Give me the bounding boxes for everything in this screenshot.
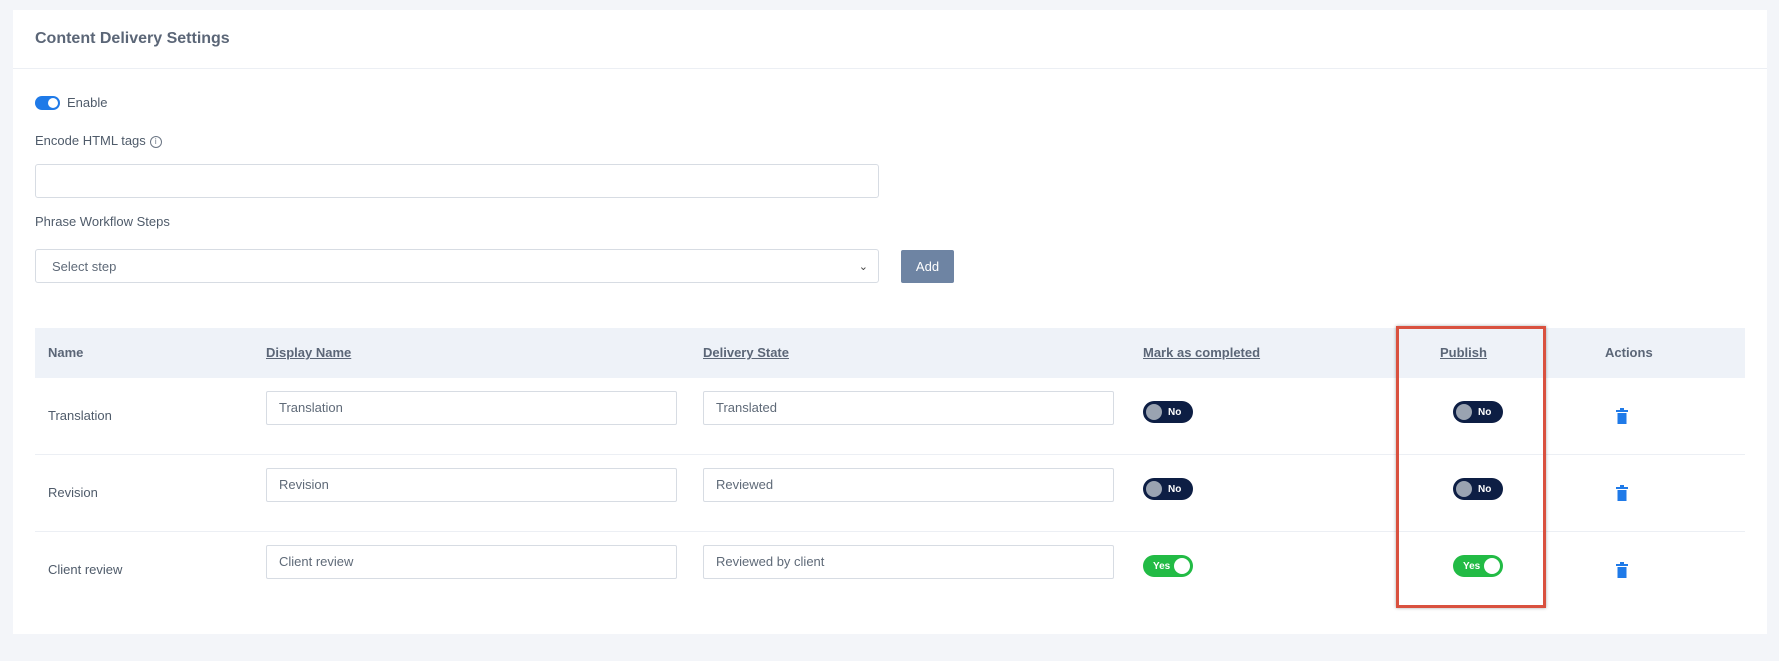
row-name: Client review <box>48 562 123 577</box>
row-name: Revision <box>48 485 98 500</box>
display-name-input[interactable]: Translation <box>266 391 677 425</box>
mark-completed-toggle[interactable]: Yes <box>1143 555 1193 577</box>
header-display-name[interactable]: Display Name <box>266 328 351 378</box>
encode-html-input[interactable] <box>35 164 879 198</box>
select-placeholder: Select step <box>52 258 117 274</box>
row-name: Translation <box>48 408 112 423</box>
header-actions: Actions <box>1605 345 1653 360</box>
header-delivery-state[interactable]: Delivery State <box>703 328 789 378</box>
card-title: Content Delivery Settings <box>35 30 230 47</box>
toggle-label: No <box>1168 483 1182 495</box>
add-step-button[interactable]: Add <box>901 250 954 283</box>
toggle-knob <box>1146 481 1162 497</box>
toggle-knob <box>1174 558 1190 574</box>
info-icon[interactable]: i <box>149 136 162 148</box>
toggle-label: Yes <box>1153 560 1171 572</box>
delivery-state-input[interactable]: Reviewed <box>703 468 1114 502</box>
enable-label: Enable <box>67 95 108 110</box>
publish-column-highlight <box>1396 326 1546 608</box>
workflow-step-select[interactable]: Select step ⌄ <box>35 249 879 283</box>
toggle-knob <box>1146 404 1162 420</box>
display-name-input[interactable]: Client review <box>266 545 677 579</box>
header-mark-completed[interactable]: Mark as completed <box>1143 328 1260 378</box>
mark-completed-toggle[interactable]: No <box>1143 478 1193 500</box>
toggle-label: No <box>1168 406 1182 418</box>
phrase-workflow-steps-label: Phrase Workflow Steps <box>35 214 170 229</box>
display-name-input[interactable]: Revision <box>266 468 677 502</box>
trash-icon[interactable] <box>1615 485 1629 501</box>
header-name: Name <box>48 345 84 360</box>
encode-html-label-text: Encode HTML tags <box>35 133 146 148</box>
switch-knob <box>48 97 58 108</box>
trash-icon[interactable] <box>1615 562 1629 578</box>
trash-icon[interactable] <box>1615 408 1629 424</box>
enable-toggle-row[interactable]: Enable <box>35 95 107 110</box>
encode-html-label: Encode HTML tags i <box>35 133 162 148</box>
delivery-state-input[interactable]: Reviewed by client <box>703 545 1114 579</box>
chevron-down-icon: ⌄ <box>858 259 868 273</box>
enable-switch[interactable] <box>35 95 60 110</box>
mark-completed-toggle[interactable]: No <box>1143 401 1193 423</box>
card-header: Content Delivery Settings <box>13 10 1767 69</box>
delivery-state-input[interactable]: Translated <box>703 391 1114 425</box>
